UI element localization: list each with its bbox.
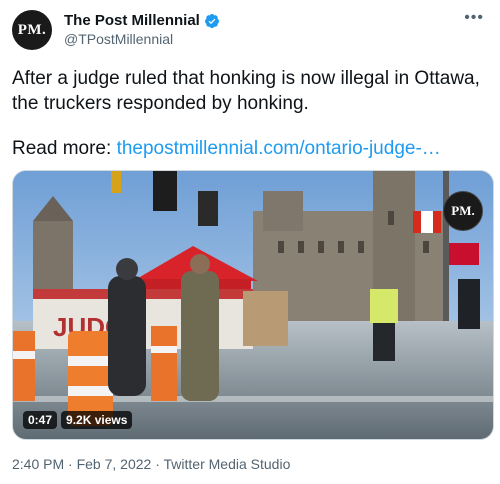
tweet-body: After a judge ruled that honking is now …: [12, 68, 480, 114]
tweet-card: PM. The Post Millennial @TPostMillennial…: [0, 0, 500, 484]
author-name-row: The Post Millennial: [64, 12, 220, 29]
article-link[interactable]: thepostmillennial.com/ontario-judge-…: [117, 138, 441, 159]
read-more-line: Read more: thepostmillennial.com/ontario…: [12, 136, 441, 161]
avatar[interactable]: PM.: [12, 10, 52, 50]
author-handle[interactable]: @TPostMillennial: [64, 31, 173, 47]
video-frame-image: JUDGE: [13, 171, 493, 439]
separator: ·: [68, 456, 73, 472]
video-stats: 0:47 9.2K views: [23, 411, 133, 429]
more-horizontal-icon[interactable]: •••: [464, 9, 484, 27]
video-views: 9.2K views: [61, 411, 133, 429]
tweet-date[interactable]: Feb 7, 2022: [77, 456, 152, 472]
read-more-label: Read more:: [12, 138, 112, 159]
watermark-logo: PM.: [443, 191, 483, 231]
tweet-source[interactable]: Twitter Media Studio: [164, 456, 291, 472]
video-player[interactable]: JUDGE PM. 0:47 9.2K views: [12, 170, 494, 440]
tweet-text: After a judge ruled that honking is now …: [12, 66, 488, 116]
video-duration: 0:47: [23, 411, 58, 429]
tweet-footer: 2:40 PM · Feb 7, 2022 · Twitter Media St…: [12, 456, 290, 472]
verified-badge-icon: [204, 13, 219, 28]
display-name[interactable]: The Post Millennial: [64, 12, 200, 29]
tweet-time[interactable]: 2:40 PM: [12, 456, 64, 472]
separator: ·: [155, 456, 160, 472]
